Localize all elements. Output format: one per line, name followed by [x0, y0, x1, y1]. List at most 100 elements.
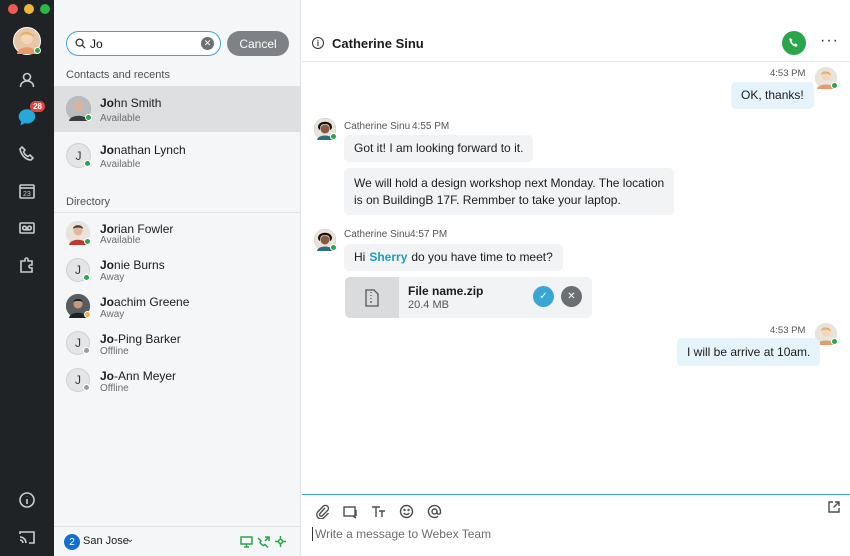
contact-avatar: J [66, 368, 90, 392]
contact-status: Away [100, 272, 125, 283]
my-avatar [815, 67, 838, 89]
directory-row[interactable]: Joachim Greene Away [54, 290, 301, 326]
message-timestamp: 4:53 PM [770, 68, 806, 79]
close-window-button[interactable] [8, 4, 18, 14]
message-composer [302, 494, 850, 556]
contact-status: Offline [100, 346, 129, 357]
message-input[interactable] [312, 527, 812, 541]
search-box[interactable]: ✕ [66, 31, 221, 56]
cancel-button[interactable]: Cancel [227, 31, 289, 56]
file-attachment-card[interactable]: File name.zip 20.4 MB ✓ ✕ [345, 277, 592, 318]
network-icon[interactable] [274, 535, 287, 548]
navigation-rail: 28 23 [0, 0, 54, 556]
presence-dot [83, 274, 90, 281]
contact-name: Jorian Fowler [100, 222, 174, 236]
directory-row[interactable]: J Jonie Burns Away [54, 253, 301, 289]
text-format-icon[interactable] [370, 503, 386, 519]
chevron-down-icon[interactable]: ⌄ [126, 534, 134, 545]
contact-name: Jo-Ping Barker [100, 332, 181, 346]
contact-avatar [66, 294, 91, 318]
message-bubble: I will be arrive at 10am. [677, 338, 821, 366]
location-selector[interactable]: San Jose [83, 535, 129, 547]
presence-dot [84, 160, 91, 167]
popout-icon[interactable] [828, 501, 840, 516]
presence-dot [83, 347, 90, 354]
contact-avatar [66, 96, 92, 121]
message-line: We will hold a design workshop next Mond… [354, 175, 665, 190]
svg-text:23: 23 [23, 191, 31, 198]
contact-avatar: J [66, 258, 90, 282]
file-icon [345, 277, 399, 318]
attachment-icon[interactable] [314, 503, 330, 519]
presence-dot [330, 133, 337, 140]
more-options-icon[interactable]: ··· [820, 32, 839, 50]
phone-icon[interactable] [15, 142, 39, 166]
presence-dot [831, 338, 838, 345]
unread-badge: 28 [30, 101, 45, 112]
search-input[interactable] [90, 36, 190, 51]
contact-status: Available [100, 113, 141, 124]
voicemail-icon[interactable] [15, 216, 39, 240]
file-size: 20.4 MB [408, 299, 449, 311]
contact-status: Away [100, 309, 125, 320]
connection-status-icons [240, 535, 287, 548]
presence-dot [34, 47, 41, 54]
people-icon[interactable] [15, 68, 39, 92]
file-name: File name.zip [408, 284, 484, 298]
minimize-window-button[interactable] [24, 4, 34, 14]
chat-title: Catherine Sinu [332, 36, 424, 51]
accept-file-button[interactable]: ✓ [533, 286, 554, 307]
message-text: Hi [354, 250, 366, 264]
contact-row[interactable]: J Jonathan Lynch Available [54, 133, 301, 179]
my-avatar[interactable] [13, 27, 41, 55]
contact-row[interactable]: John Smith Available [54, 86, 301, 132]
sender-name: Catherine Sinu [344, 121, 411, 132]
message-text: do you have time to meet? [411, 250, 553, 264]
contact-name: John Smith [100, 96, 162, 110]
divider [54, 212, 301, 213]
avatar-initial: J [75, 263, 81, 277]
clear-search-icon[interactable]: ✕ [201, 37, 214, 50]
message-bubble: We will hold a design workshop next Mond… [344, 168, 675, 215]
contact-avatar: J [66, 143, 91, 168]
maximize-window-button[interactable] [40, 4, 50, 14]
directory-row[interactable]: J Jo-Ann Meyer Offline [54, 364, 301, 400]
mention-icon[interactable] [426, 503, 442, 519]
message-timestamp: 4:53 PM [770, 325, 806, 336]
sender-name: Catherine Sinu [344, 229, 411, 240]
cast-icon[interactable] [15, 525, 39, 549]
call-forward-icon[interactable] [257, 535, 270, 548]
contact-status: Available [100, 235, 141, 246]
avatar-initial: J [75, 373, 81, 387]
avatar-initial: J [75, 336, 81, 350]
call-button[interactable] [782, 31, 806, 55]
apps-icon[interactable] [15, 253, 39, 277]
location-number-badge: 2 [64, 534, 80, 550]
message-bubble: OK, thanks! [731, 82, 814, 109]
mention-link[interactable]: Sherry [369, 249, 407, 266]
sender-avatar [314, 118, 337, 140]
desktop-connected-icon[interactable] [240, 535, 253, 548]
contact-avatar [66, 221, 91, 245]
info-icon[interactable]: i [312, 37, 324, 49]
emoji-icon[interactable] [398, 503, 414, 519]
calendar-icon[interactable]: 23 [15, 179, 39, 203]
window-controls [8, 4, 50, 14]
contact-name: Jonie Burns [100, 258, 165, 272]
help-icon[interactable] [15, 488, 39, 512]
presence-dot [330, 244, 337, 251]
message-timestamp: 4:55 PM [412, 121, 450, 132]
phone-icon [789, 38, 798, 47]
chat-header: i Catherine Sinu ··· [302, 0, 850, 62]
presence-dot [84, 238, 91, 245]
search-icon [75, 38, 86, 49]
contact-name: Jo-Ann Meyer [100, 369, 177, 383]
directory-section-label: Directory [66, 196, 111, 208]
screen-capture-icon[interactable] [342, 503, 358, 519]
directory-row[interactable]: Jorian Fowler Available [54, 216, 301, 252]
presence-dot [85, 114, 92, 121]
directory-row[interactable]: J Jo-Ping Barker Offline [54, 327, 301, 363]
panel-footer: 2 San Jose ⌄ [54, 526, 301, 556]
messaging-icon[interactable]: 28 [15, 101, 45, 129]
decline-file-button[interactable]: ✕ [561, 286, 582, 307]
